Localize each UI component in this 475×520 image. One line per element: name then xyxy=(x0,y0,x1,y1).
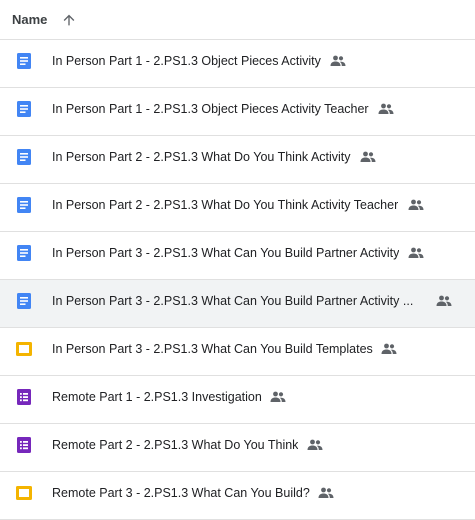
arrow-up-icon[interactable] xyxy=(61,12,77,28)
file-name: In Person Part 3 - 2.PS1.3 What Can You … xyxy=(52,246,400,260)
google-docs-icon xyxy=(16,53,32,69)
google-docs-icon xyxy=(16,101,32,117)
google-forms-icon xyxy=(16,389,32,405)
file-row[interactable]: In Person Part 3 - 2.PS1.3 What Can You … xyxy=(0,280,475,328)
file-row[interactable]: Remote Part 1 - 2.PS1.3 Investigation xyxy=(0,376,475,424)
file-name: In Person Part 2 - 2.PS1.3 What Do You T… xyxy=(52,198,399,212)
shared-people-icon xyxy=(330,54,346,66)
shared-people-icon xyxy=(307,438,323,450)
file-row[interactable]: Remote Part 2 - 2.PS1.3 What Do You Thin… xyxy=(0,424,475,472)
shared-people-icon xyxy=(378,102,394,114)
file-row[interactable]: Remote Part 3 - 2.PS1.3 What Can You Bui… xyxy=(0,472,475,520)
google-docs-icon xyxy=(16,149,32,165)
file-name: Remote Part 2 - 2.PS1.3 What Do You Thin… xyxy=(52,438,299,452)
file-row[interactable]: In Person Part 3 - 2.PS1.3 What Can You … xyxy=(0,232,475,280)
shared-people-icon xyxy=(318,486,334,498)
shared-people-icon xyxy=(408,246,424,258)
file-name: Remote Part 1 - 2.PS1.3 Investigation xyxy=(52,390,262,404)
file-name: In Person Part 3 - 2.PS1.3 What Can You … xyxy=(52,342,373,356)
file-row[interactable]: In Person Part 2 - 2.PS1.3 What Do You T… xyxy=(0,184,475,232)
file-name: In Person Part 3 - 2.PS1.3 What Can You … xyxy=(52,294,414,308)
file-list: In Person Part 1 - 2.PS1.3 Object Pieces… xyxy=(0,40,475,520)
google-docs-icon xyxy=(16,245,32,261)
shared-people-icon xyxy=(360,150,376,162)
file-name: In Person Part 1 - 2.PS1.3 Object Pieces… xyxy=(52,102,369,116)
google-docs-icon xyxy=(16,293,32,309)
shared-people-icon xyxy=(436,294,452,306)
google-slides-icon xyxy=(16,485,32,501)
google-forms-icon xyxy=(16,437,32,453)
file-row[interactable]: In Person Part 1 - 2.PS1.3 Object Pieces… xyxy=(0,40,475,88)
file-name: In Person Part 1 - 2.PS1.3 Object Pieces… xyxy=(52,54,321,68)
file-row[interactable]: In Person Part 1 - 2.PS1.3 Object Pieces… xyxy=(0,88,475,136)
google-slides-icon xyxy=(16,341,32,357)
file-row[interactable]: In Person Part 3 - 2.PS1.3 What Can You … xyxy=(0,328,475,376)
shared-people-icon xyxy=(381,342,397,354)
google-docs-icon xyxy=(16,197,32,213)
shared-people-icon xyxy=(408,198,424,210)
file-row[interactable]: In Person Part 2 - 2.PS1.3 What Do You T… xyxy=(0,136,475,184)
file-name: In Person Part 2 - 2.PS1.3 What Do You T… xyxy=(52,150,351,164)
shared-people-icon xyxy=(270,390,286,402)
file-name: Remote Part 3 - 2.PS1.3 What Can You Bui… xyxy=(52,486,310,500)
name-column-header[interactable]: Name xyxy=(12,12,47,27)
column-header: Name xyxy=(0,0,475,40)
